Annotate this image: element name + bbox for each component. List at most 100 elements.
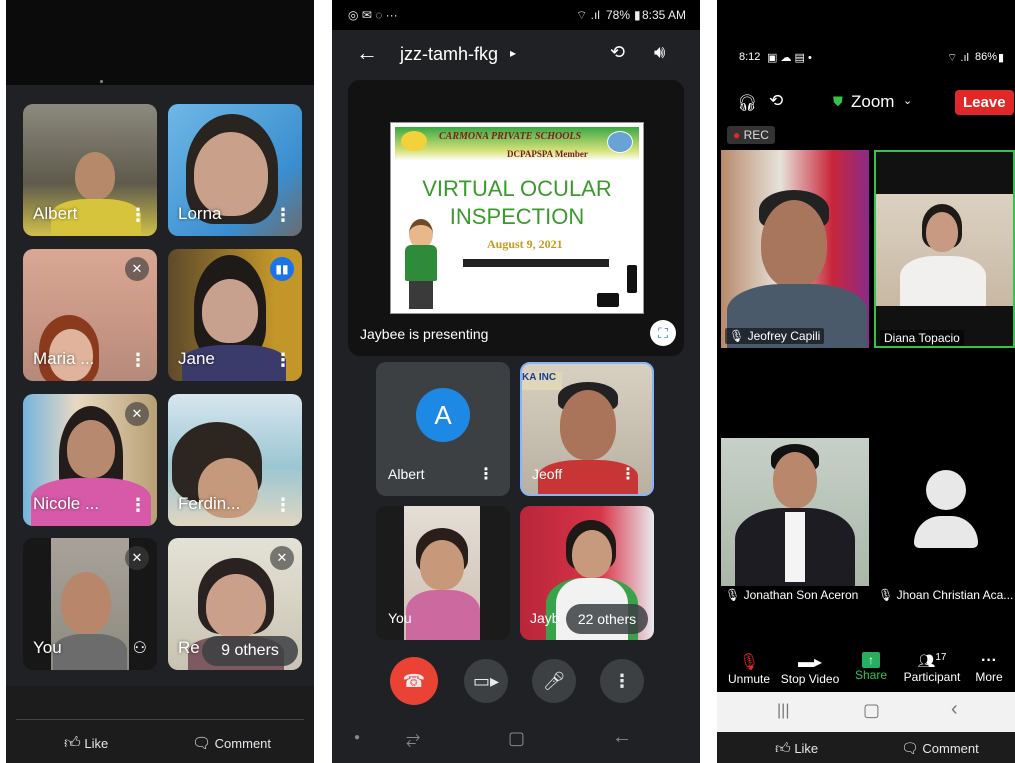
participant-name-label: 🎙︎ Jeofrey Capili [725,328,825,344]
more-options-icon[interactable]: ⋮ [274,206,292,224]
effects-icon[interactable]: ⚇ [133,640,147,658]
recording-badge: ● REC [727,126,775,144]
others-count-chip[interactable]: 9 others [202,636,298,666]
meet-grid-screenshot: Albert ⋮ Lorna ⋮ ✕ Maria ... ⋮ ▮▮ Jane ⋮… [6,0,314,763]
signal-icon: ⌔ .ıl [947,52,969,64]
more-options-button[interactable]: ⋮ [600,659,644,703]
comment-icon: 🗨︎ [901,740,919,756]
participant-face [202,279,258,343]
meeting-code[interactable]: jzz-tamh-fkg [400,44,498,65]
participant-tile-self[interactable]: ✕ You ⚇ [23,538,157,670]
slide-title-line1: VIRTUAL OCULAR [422,176,612,201]
like-button[interactable]: 👍︎ Like [775,740,818,758]
switch-camera-icon[interactable]: ⟲ [769,91,783,111]
notification-icons: ◎ ✉ ◌ ··· [348,8,398,22]
slide-banner: CARMONA PRIVATE SCHOOLS DCPAPSPA Member [395,127,639,161]
participant-face [420,540,464,590]
participant-face [926,212,958,252]
mic-muted-icon: 🎙︎ [725,588,741,602]
participant-tile[interactable]: ✕ Nicole ... ⋮ [23,394,157,526]
home-icon[interactable]: ▢ [508,728,525,749]
school-logo-icon [401,131,427,151]
switch-camera-icon[interactable]: ⟲ [610,42,625,63]
participant-name: You [33,638,62,657]
comment-button[interactable]: 🗨︎ Comment [192,734,271,752]
notification-icons: ▣ ☁ ▤ • [767,52,812,64]
more-vert-icon: ⋮ [613,671,631,691]
chevron-down-icon[interactable]: ⌄ [903,94,912,107]
participant-tile[interactable]: Lorna ⋮ [168,104,302,236]
participants-button[interactable]: 👥︎17 Participant [899,652,965,684]
home-icon[interactable]: ▢ [863,700,880,721]
unmute-button[interactable]: 🎙︎ Unmute [719,652,779,686]
comment-button[interactable]: 🗨︎ Comment [901,740,979,757]
hang-up-icon: ☎ [402,671,426,691]
meet-presentation-screenshot: ◎ ✉ ◌ ··· ⌔ .ıl 78% ▮ 8:35 AM ← jzz-tamh… [332,0,700,763]
participant-tile[interactable]: Ferdin... ⋮ [168,394,302,526]
more-options-icon[interactable]: ⋮ [129,206,147,224]
share-button[interactable]: ↑ Share [841,652,901,682]
microphone-icon: 🎤︎ [542,671,566,691]
app-title[interactable]: Zoom [851,92,894,112]
more-options-icon[interactable]: ⋮ [129,351,147,369]
more-options-icon[interactable]: ⋮ [129,496,147,514]
more-options-icon[interactable]: ⋮ [274,351,292,369]
android-nav-bar: ● ⥂ ▢ ← [332,718,700,763]
chevron-right-icon[interactable]: ▸ [510,46,516,60]
participant-face [560,390,616,460]
recent-apps-icon[interactable]: ||| [777,702,789,720]
participant-name: Jonathan Son Aceron [743,588,859,602]
speaker-icon[interactable]: 🔊︎ [654,42,665,63]
presentation-card[interactable]: CARMONA PRIVATE SCHOOLS DCPAPSPA Member … [348,80,684,356]
back-arrow-icon[interactable]: ← [356,40,378,66]
mic-muted-icon: ✕ [125,257,149,281]
headphone-icon[interactable]: 🎧︎ [737,93,757,113]
participant-name: Re [178,638,200,657]
participant-tile-self[interactable]: You [376,506,510,640]
camera-toggle-button[interactable]: ▭▸ [464,659,508,703]
participant-tile-active[interactable]: KA INC Jeoff ⋮ [520,362,654,496]
back-icon[interactable]: ‹ [951,698,958,721]
more-options-icon[interactable]: ⋮ [478,464,494,484]
stop-video-button[interactable]: ▬▸ Stop Video [777,652,843,686]
like-label: Like [84,736,109,751]
thumbs-up-icon: 👍︎ [775,740,791,757]
participant-face [773,452,817,508]
recording-label: REC [743,128,769,142]
school-seal-icon [607,131,633,153]
participant-video-active[interactable]: Diana Topacio [874,150,1015,348]
more-label: More [975,670,1003,684]
others-count-chip[interactable]: 22 others [566,604,648,634]
status-bar: 8:12 ▣ ☁ ▤ • ⌔ .ıl 86% ▮ [717,40,1015,74]
participant-avatar: A [416,388,470,442]
participant-video[interactable]: 🎙︎ Jeofrey Capili [721,150,869,348]
participant-body [900,256,986,306]
back-icon[interactable]: ← [612,726,632,749]
recent-apps-icon[interactable]: ⥂ [406,728,420,749]
fullscreen-icon[interactable]: ⛶ [650,320,676,346]
more-button[interactable]: ··· More [965,652,1013,684]
participant-tile[interactable]: Jayb 22 others [520,506,654,640]
zoom-header: 🎧︎ ⟲ ⛊ Zoom ⌄ Leave [717,86,1015,120]
like-button[interactable]: 👍︎ Like [64,734,108,753]
mic-muted-icon: 🎙︎ [729,329,745,343]
participant-tile[interactable]: ▮▮ Jane ⋮ [168,249,302,381]
mic-toggle-button[interactable]: 🎤︎ [532,659,576,703]
participant-tile[interactable]: ✕ Maria ... ⋮ [23,249,157,381]
video-camera-icon: ▬▸ [797,654,823,671]
indicator-dot [100,80,103,83]
leave-button[interactable]: Leave [955,90,1014,115]
like-label: Like [794,741,819,756]
more-options-icon[interactable]: ⋮ [620,464,636,484]
clock: 8:12 [739,51,761,63]
mic-muted-icon: ✕ [125,402,149,426]
presenting-label: Jaybee is presenting [360,326,489,342]
mic-muted-icon: 🎙︎ [738,654,760,671]
more-options-icon[interactable]: ⋮ [274,496,292,514]
participant-tile[interactable]: A Albert ⋮ [376,362,510,496]
participant-video[interactable]: 🎙︎ Jonathan Son Aceron [721,430,869,610]
shirt-collar [785,512,805,582]
participant-tile[interactable]: Albert ⋮ [23,104,157,236]
participant-video[interactable]: 🎙︎ Jhoan Christian Aca... [874,430,1015,610]
end-call-button[interactable]: ☎ [390,657,438,705]
